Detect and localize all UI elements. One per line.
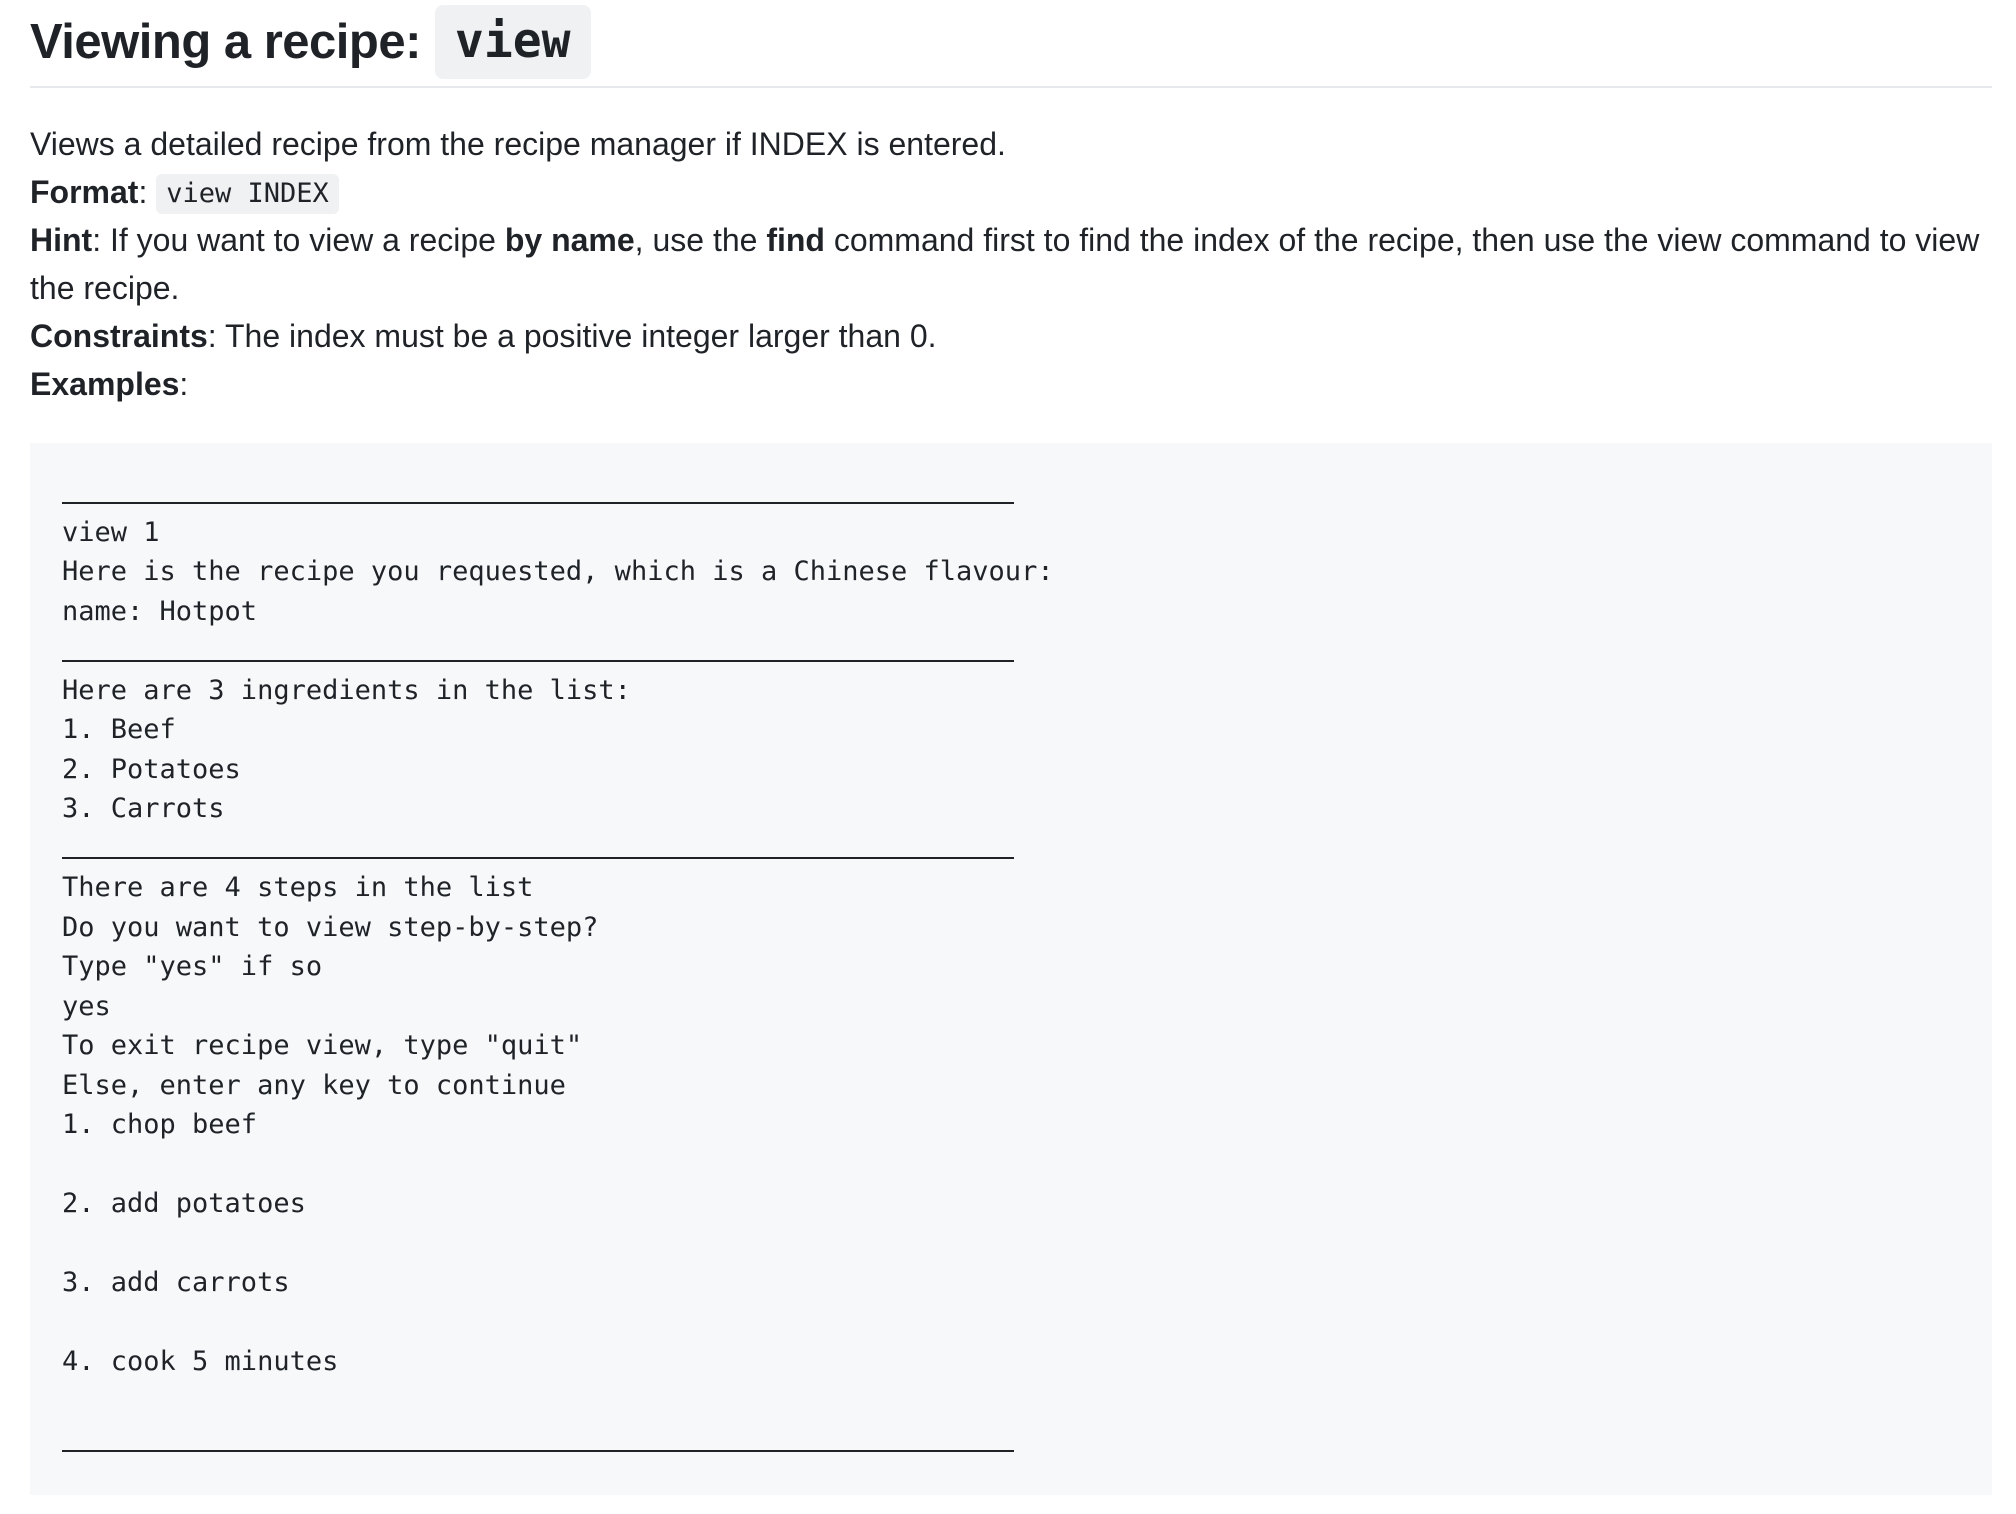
code-line: 1. chop beef [62, 1109, 258, 1140]
hint-label: Hint [30, 222, 93, 258]
code-divider-line [62, 473, 1992, 513]
constraints-paragraph: Constraints: The index must be a positiv… [30, 312, 1992, 360]
code-line: Here are 3 ingredients in the list: [62, 674, 631, 706]
format-line: Format: view INDEX [30, 168, 1992, 216]
code-line: 3. Carrots [62, 793, 225, 824]
code-line: yes [62, 990, 111, 1022]
format-label: Format [30, 174, 139, 210]
code-divider-line [62, 829, 1992, 869]
code-line: 1. Beef [62, 714, 176, 745]
format-colon: : [138, 174, 157, 210]
hint-paragraph: Hint: If you want to view a recipe by na… [30, 216, 1992, 312]
constraints-label: Constraints [30, 318, 208, 354]
command-name-code: view [434, 5, 591, 79]
hint-bold-find: find [766, 222, 825, 258]
intro-paragraph: Views a detailed recipe from the recipe … [30, 126, 1006, 162]
code-line: 3. add carrots [62, 1267, 290, 1298]
code-line: 2. Potatoes [62, 753, 241, 785]
code-line: Do you want to view step-by-step? [62, 911, 599, 943]
code-divider-line [62, 631, 1992, 671]
code-line: Type "yes" if so [62, 951, 323, 982]
format-code: view INDEX [156, 174, 339, 214]
code-line: There are 4 steps in the list [62, 872, 534, 903]
code-line: view 1 [62, 516, 160, 548]
hint-text-1: : If you want to view a recipe [92, 222, 505, 258]
code-line: To exit recipe view, type "quit" [62, 1030, 583, 1061]
code-line: Else, enter any key to continue [62, 1069, 566, 1101]
hint-text-2: , use the [634, 222, 767, 258]
section-heading: Viewing a recipe: view [30, 5, 1992, 88]
code-divider-line [62, 1421, 1992, 1461]
examples-label: Examples [30, 366, 180, 402]
code-line: 4. cook 5 minutes [62, 1346, 339, 1377]
code-line: 2. add potatoes [62, 1188, 306, 1219]
document-page: Viewing a recipe: view Views a detailed … [0, 0, 2016, 1514]
constraints-text: : The index must be a positive integer l… [207, 318, 937, 354]
examples-colon: : [179, 366, 189, 402]
example-code-block: view 1 Here is the recipe you requested, … [30, 443, 1992, 1495]
section-title: Viewing a recipe: [30, 14, 421, 69]
hint-bold-by-name: by name [504, 222, 635, 258]
command-description: Views a detailed recipe from the recipe … [30, 120, 1992, 408]
code-line: Here is the recipe you requested, which … [62, 556, 1054, 587]
code-line: name: Hotpot [62, 595, 258, 627]
examples-heading: Examples: [30, 360, 1992, 408]
